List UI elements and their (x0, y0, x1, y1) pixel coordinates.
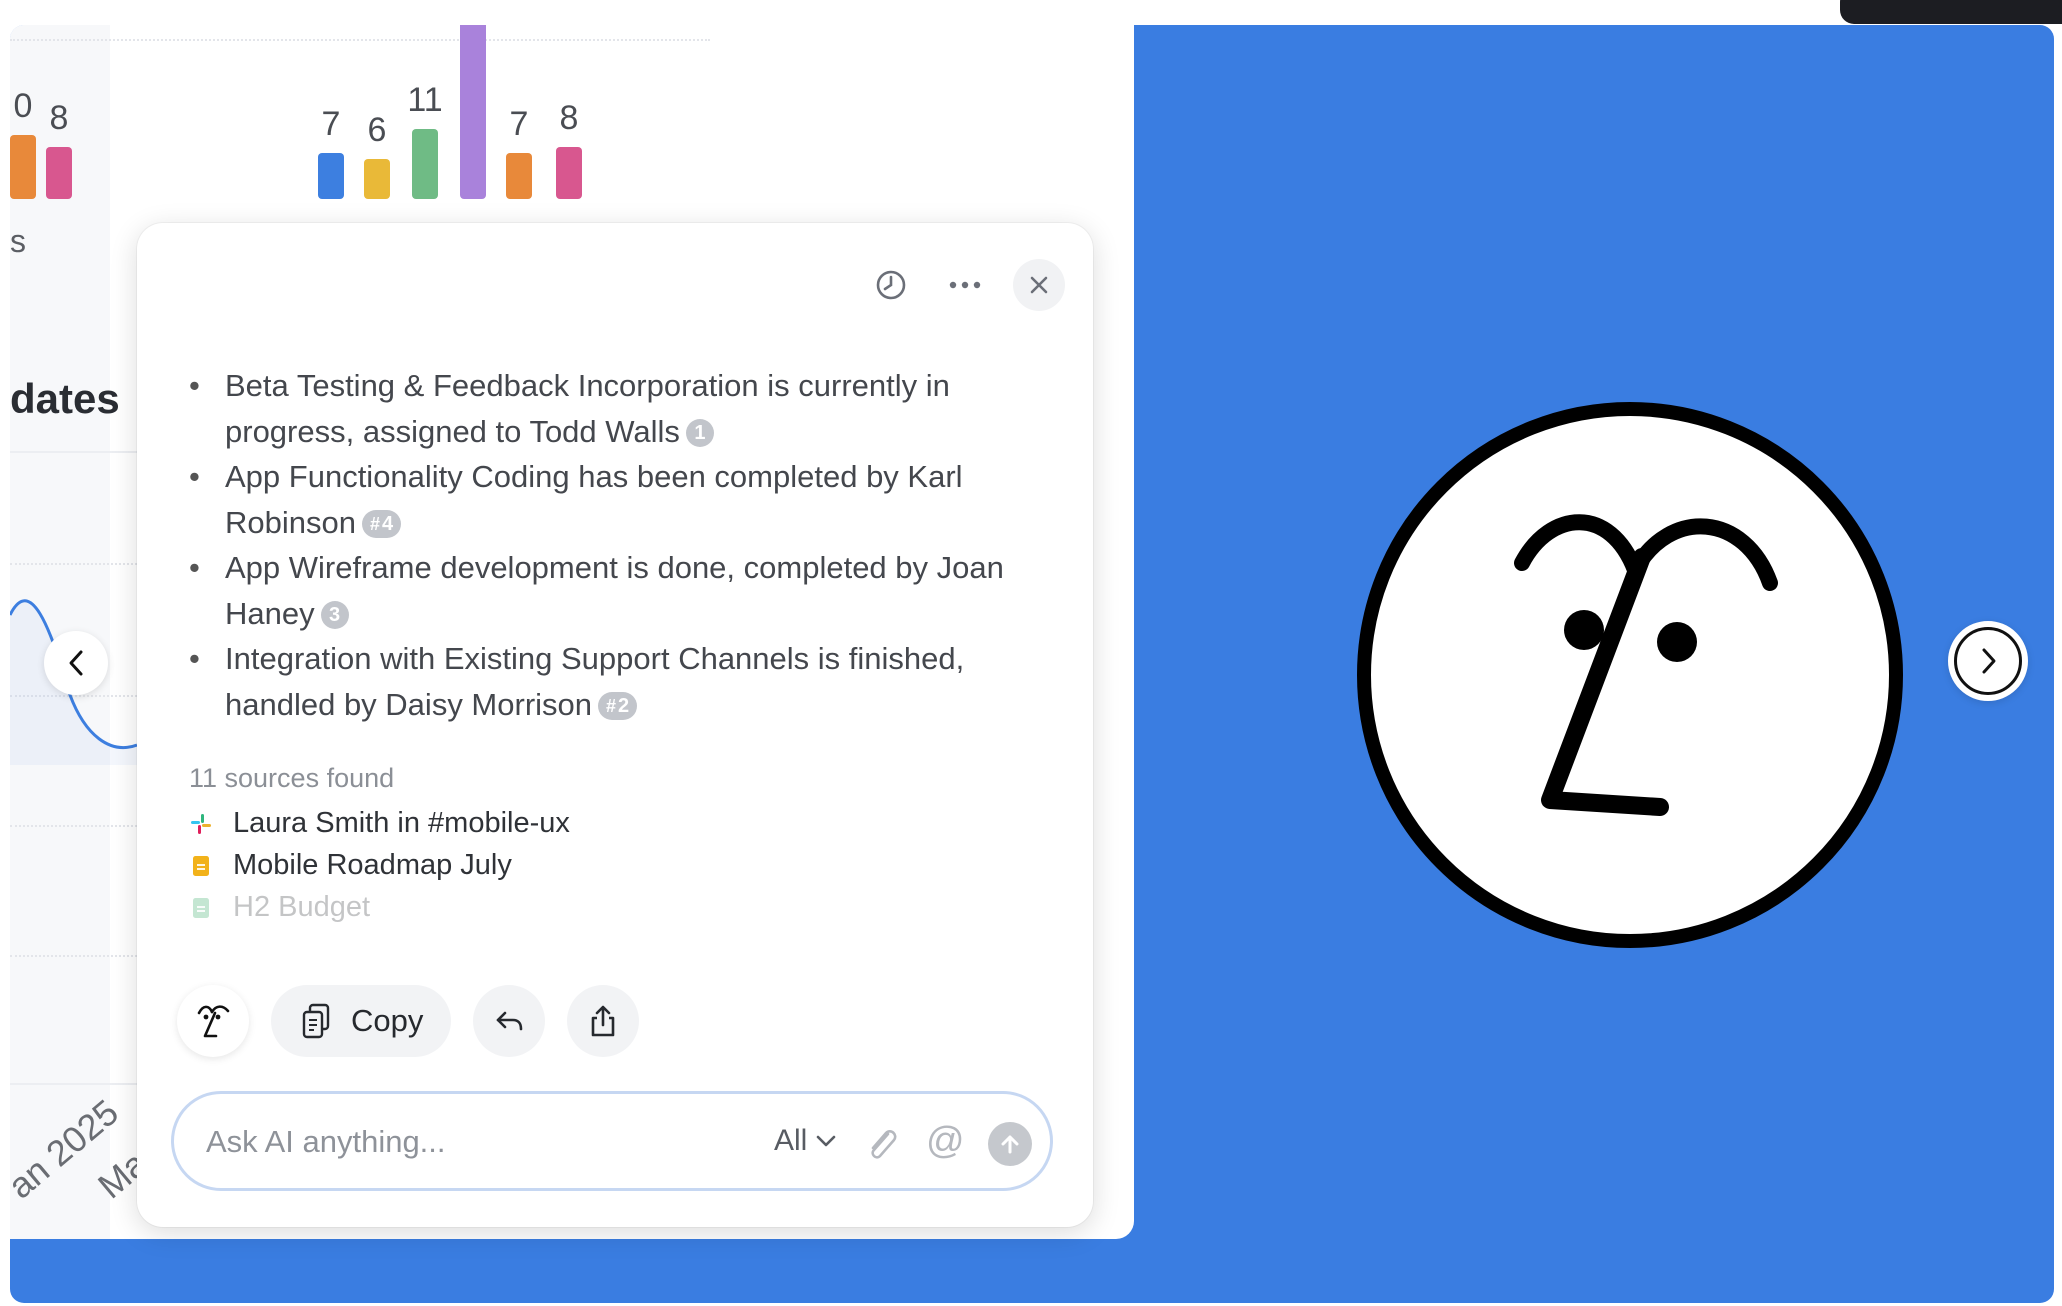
bullet-dot: • (189, 641, 200, 676)
carousel-prev-button[interactable] (44, 631, 108, 695)
section-heading: dates (10, 375, 120, 422)
slack-icon (191, 813, 211, 834)
citation-number: 4 (382, 512, 394, 535)
axis-line (10, 1083, 137, 1085)
bullet-dot: • (189, 368, 200, 403)
summary-text: Beta Testing & Feedback Incorporation is… (225, 368, 950, 449)
scope-select[interactable]: All (774, 1124, 837, 1158)
screen: 08761178 s dates an 2025MarMayJuSepNov (0, 0, 2062, 1306)
bullet-dot: • (189, 459, 200, 494)
citation-number: 3 (329, 603, 341, 626)
ai-logo-button[interactable] (177, 985, 249, 1057)
bar-value-label: 11 (407, 81, 442, 119)
window-control-bar (1840, 0, 2062, 24)
grid-line (10, 955, 137, 957)
summary-item: • Beta Testing & Feedback Incorporation i… (185, 363, 1045, 454)
carousel-next-button[interactable] (1948, 621, 2028, 701)
scope-label: All (774, 1124, 808, 1157)
bar-value-label: 8 (50, 99, 69, 137)
more-icon[interactable] (939, 259, 991, 311)
bar-value-label: 7 (322, 105, 341, 143)
chart-bar (318, 153, 344, 199)
chart-bar (412, 129, 438, 199)
divider (10, 451, 137, 453)
chart-bar (10, 135, 36, 199)
bar-value-label: 6 (368, 111, 387, 149)
send-button[interactable] (988, 1122, 1032, 1166)
bar-value-label: 7 (510, 105, 529, 143)
summary-text: Integration with Existing Support Channe… (225, 641, 965, 722)
next-button-ring (1954, 627, 2022, 695)
doc-icon (193, 855, 209, 876)
grid-line (10, 825, 137, 827)
chart-bar (364, 159, 390, 199)
ai-assistant-panel: • Beta Testing & Feedback Incorporation i… (137, 223, 1093, 1227)
citation-badge[interactable]: 1 (685, 418, 714, 447)
slack-icon: # (606, 695, 617, 716)
reply-icon (497, 1011, 523, 1031)
source-item[interactable]: Mobile Roadmap July (189, 849, 512, 882)
summary-list: • Beta Testing & Feedback Incorporation i… (185, 363, 1045, 727)
copy-label: Copy (351, 1003, 424, 1038)
ai-logo-icon (197, 1005, 230, 1038)
share-button[interactable] (567, 985, 640, 1057)
ai-face-logo (1357, 402, 1903, 948)
sources-count: 11 sources found (189, 763, 395, 793)
source-label: Mobile Roadmap July (233, 849, 512, 881)
response-actions: Copy (177, 985, 640, 1057)
source-item[interactable]: H2 Budget (189, 891, 370, 924)
copy-button[interactable]: Copy (271, 985, 452, 1057)
paperclip-icon (871, 1130, 897, 1159)
summary-text: App Functionality Coding has been comple… (225, 459, 963, 540)
carousel-slide: 08761178 s dates an 2025MarMayJuSepNov (10, 25, 2054, 1303)
sheet-icon (193, 897, 209, 918)
chart-bar (46, 147, 72, 199)
chart-bar (460, 25, 486, 199)
partial-label: s (10, 223, 26, 259)
citation-number: 1 (694, 421, 706, 444)
grid-line (10, 563, 137, 565)
mention-button[interactable]: @ (926, 1120, 965, 1163)
ask-ai-input[interactable]: Ask AI anything... All @ (171, 1091, 1053, 1191)
close-icon[interactable] (1013, 259, 1065, 311)
summary-item: • Integration with Existing Support Chann… (185, 636, 1045, 727)
attach-button[interactable] (862, 1124, 902, 1169)
summary-item: • App Functionality Coding has been compl… (185, 454, 1045, 545)
chevron-right-icon (1982, 648, 1996, 674)
citation-number: 2 (618, 694, 630, 717)
share-icon (592, 1005, 615, 1037)
history-icon[interactable] (865, 259, 917, 311)
arrow-up-icon (1001, 1135, 1019, 1154)
summary-item: • App Wireframe development is done, comp… (185, 545, 1045, 636)
source-label: H2 Budget (233, 891, 371, 923)
chevron-left-icon (69, 650, 83, 676)
citation-badge[interactable]: 3 (320, 600, 349, 629)
slack-icon: # (369, 513, 380, 534)
chart-bar (506, 153, 532, 199)
reply-button[interactable] (473, 985, 546, 1057)
bar-value-label: 0 (14, 87, 33, 125)
bullet-dot: • (189, 550, 200, 585)
citation-badge[interactable]: #2 (598, 691, 638, 720)
chart-bar (556, 147, 582, 199)
source-label: Laura Smith in #mobile-ux (233, 807, 570, 839)
panel-header-actions (865, 259, 1065, 311)
citation-badge[interactable]: #4 (361, 509, 402, 538)
source-item[interactable]: Laura Smith in #mobile-ux (189, 807, 570, 840)
bar-value-label: 8 (560, 99, 579, 137)
chevron-down-icon (817, 1135, 836, 1147)
copy-icon (302, 1003, 330, 1039)
background-bar-chart: 0 8 7 6117 8 (10, 25, 582, 199)
input-placeholder: Ask AI anything... (206, 1124, 446, 1159)
